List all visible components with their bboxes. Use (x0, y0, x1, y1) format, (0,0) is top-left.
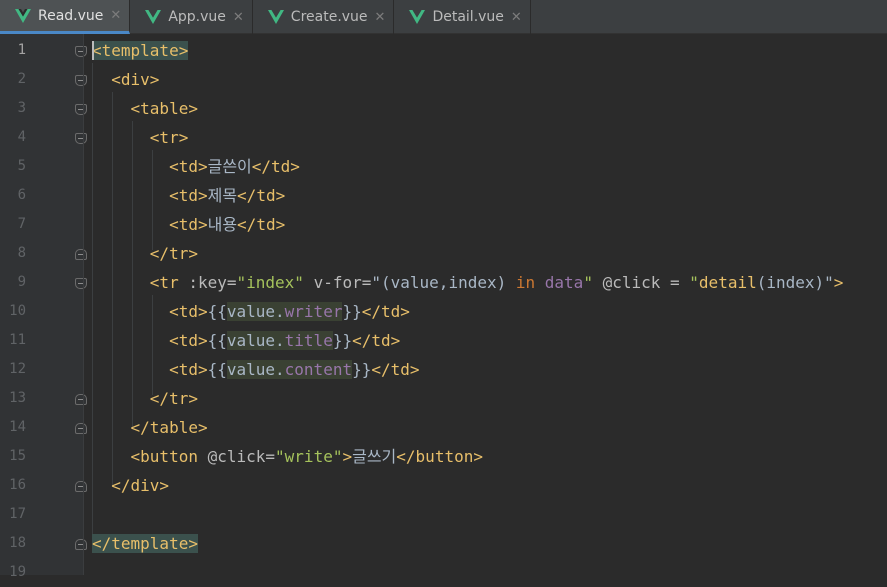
vue-file-icon (267, 10, 284, 24)
code-line-13: </tr> (149, 389, 198, 408)
line-number: 9 (17, 274, 26, 290)
text-cursor (92, 41, 94, 60)
tab-label: Create.vue (290, 9, 368, 25)
code-line-7: <td>내용</td> (169, 215, 286, 234)
code-line-1: <template> (92, 41, 189, 60)
tab-create-vue[interactable]: Create.vue ✕ (253, 0, 395, 34)
line-number-gutter: 1 2 3 4 5 6 7 8 9 10 11 12 13 14 15 16 1… (0, 34, 87, 580)
line-number: 10 (9, 303, 26, 319)
line-number: 12 (9, 361, 26, 377)
line-number: 14 (9, 419, 26, 435)
tab-label: Detail.vue (432, 9, 504, 25)
code-line-6: <td>제목</td> (169, 186, 286, 205)
code-line-9: <tr :key="index" v-for="(value,index) in… (149, 273, 844, 292)
code-line-5: <td>글쓴이</td> (169, 157, 300, 176)
code-line-10: <td>{{value.writer}}</td> (169, 302, 410, 321)
editor-tab-bar: Read.vue ✕ App.vue ✕ Create.vue ✕ Detail… (0, 0, 887, 34)
code-line-18: </template> (92, 534, 198, 553)
line-number: 8 (17, 245, 26, 261)
close-icon[interactable]: ✕ (233, 10, 244, 25)
line-number: 6 (17, 187, 26, 203)
vue-file-icon (15, 8, 31, 23)
tab-app-vue[interactable]: App.vue ✕ (130, 0, 253, 34)
line-number: 11 (9, 332, 26, 348)
code-line-14: </table> (130, 418, 208, 437)
line-number: 16 (9, 477, 26, 493)
line-number: 4 (17, 129, 26, 145)
code-line-4: <tr> (149, 128, 189, 147)
line-number: 18 (9, 535, 26, 551)
line-number: 3 (17, 100, 26, 116)
line-number: 5 (17, 158, 26, 174)
close-icon[interactable]: ✕ (110, 8, 121, 23)
line-number: 7 (17, 216, 26, 232)
line-number: 17 (9, 506, 26, 522)
line-number: 13 (9, 390, 26, 406)
code-line-15: <button @click="write">글쓰기</button> (130, 447, 483, 466)
close-icon[interactable]: ✕ (511, 10, 522, 25)
code-line-3: <table> (130, 99, 198, 118)
tab-read-vue[interactable]: Read.vue ✕ (0, 0, 131, 34)
close-icon[interactable]: ✕ (375, 10, 386, 25)
line-number: 15 (9, 448, 26, 464)
vue-file-icon (409, 10, 426, 24)
code-line-8: </tr> (149, 244, 198, 263)
code-line-2: <div> (111, 70, 160, 89)
tab-label: Read.vue (38, 7, 104, 24)
code-line-16: </div> (111, 476, 170, 495)
code-line-12: <td>{{value.content}}</td> (169, 360, 420, 379)
vue-file-icon (145, 10, 162, 24)
line-number: 1 (17, 42, 26, 58)
line-number: 19 (9, 564, 26, 580)
code-line-11: <td>{{value.title}}</td> (169, 331, 401, 350)
tab-label: App.vue (168, 9, 226, 25)
code-editor[interactable]: <template> <div> <table> <tr> <td>글쓴이</t… (84, 34, 887, 575)
tab-detail-vue[interactable]: Detail.vue ✕ (394, 0, 531, 34)
line-number: 2 (17, 71, 26, 87)
